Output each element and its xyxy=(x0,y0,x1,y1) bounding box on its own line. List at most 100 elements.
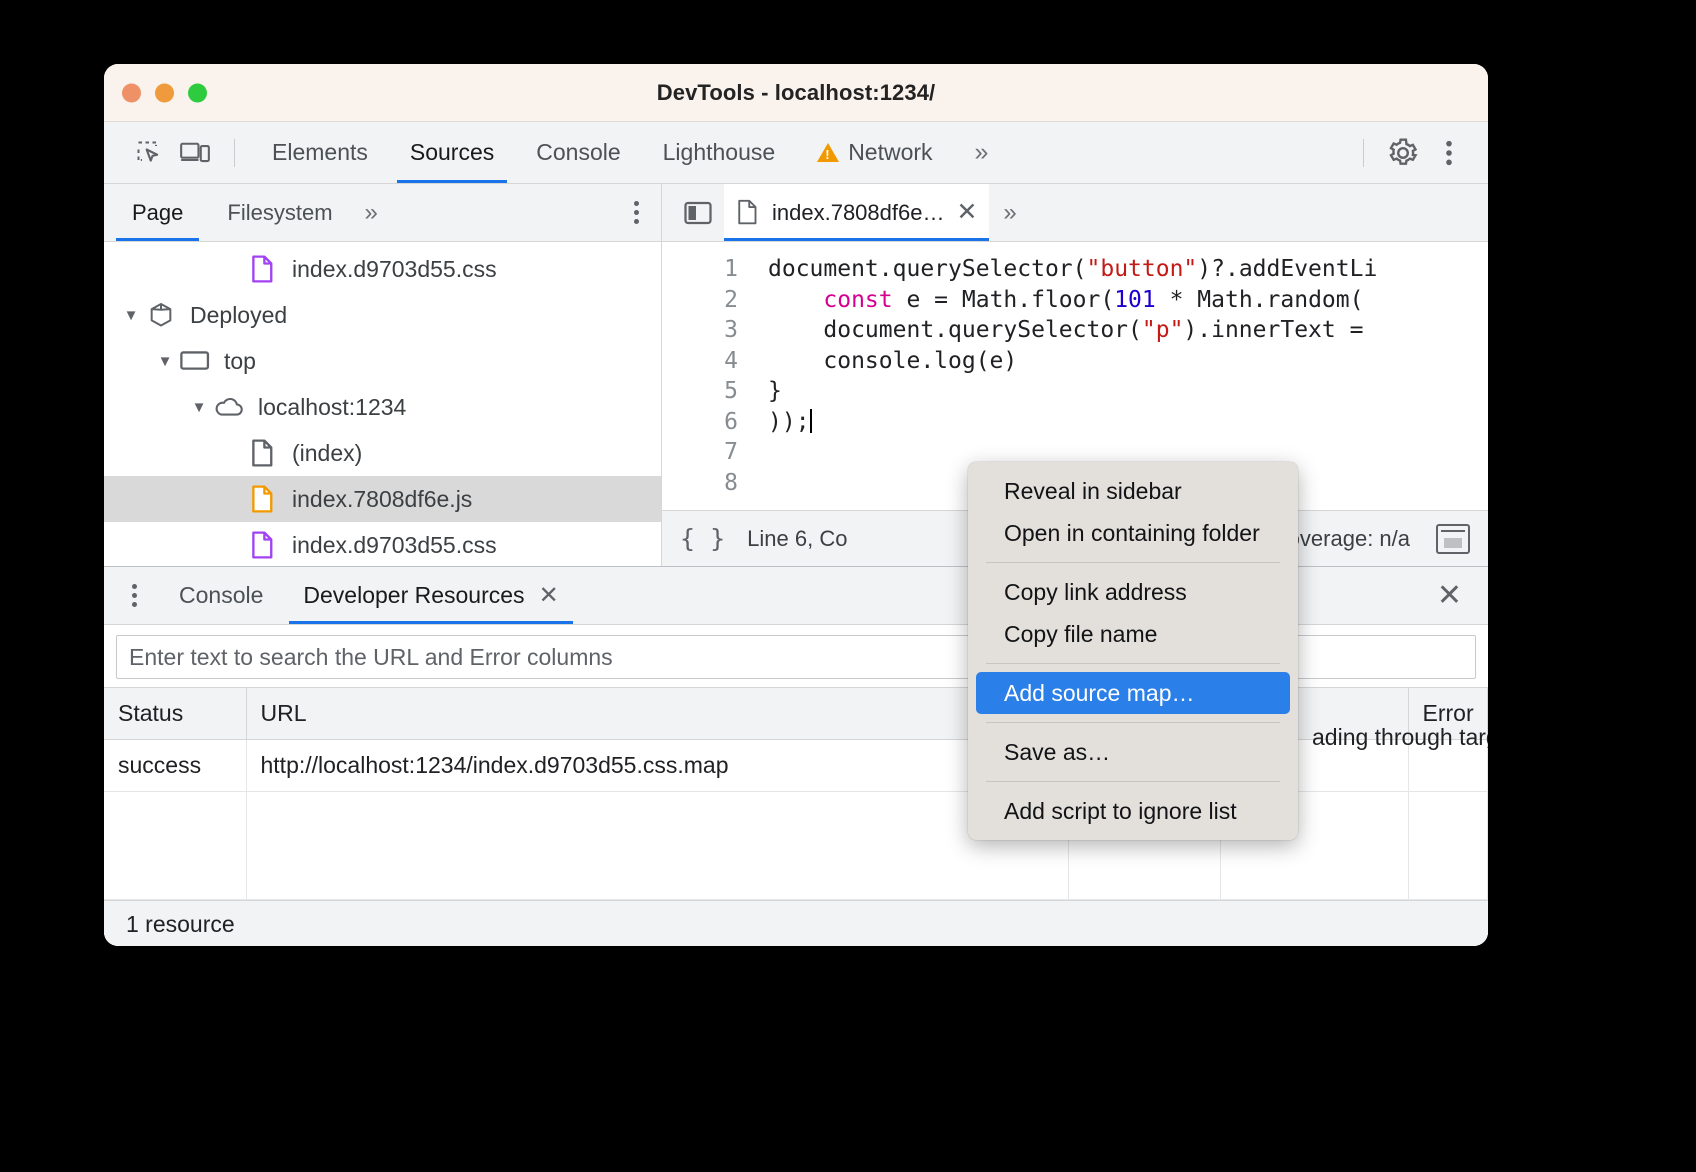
code-token: e = Math.floor( xyxy=(893,287,1115,313)
tree-item[interactable]: ▼ Deployed xyxy=(104,292,661,338)
drawer-status-bar: 1 resource xyxy=(104,900,1488,946)
context-menu-item[interactable]: Copy link address xyxy=(976,571,1290,613)
drawer-tab-developer-resources[interactable]: Developer Resources ✕ xyxy=(283,567,578,624)
code-token: )?.addEventLi xyxy=(1197,256,1377,282)
tree-item[interactable]: ▼index.d9703d55.css xyxy=(104,522,661,566)
tree-expand-arrow-icon[interactable]: ▼ xyxy=(152,353,178,370)
close-icon[interactable]: ✕ xyxy=(956,200,977,225)
kebab-menu-icon[interactable] xyxy=(1426,131,1472,175)
chevron-double-right-icon: » xyxy=(975,138,987,167)
tree-item-label: index.7808df6e.js xyxy=(280,486,472,513)
filler-url xyxy=(246,792,1068,900)
close-icon[interactable]: ✕ xyxy=(539,581,559,610)
context-menu-separator xyxy=(986,663,1280,664)
context-menu-item[interactable]: Open in containing folder xyxy=(976,512,1290,554)
cell-url: http://localhost:1234/index.d9703d55.css… xyxy=(246,740,1068,792)
tab-network-label: Network xyxy=(848,139,932,166)
tab-sources-label: Sources xyxy=(410,139,494,166)
file-doc-icon xyxy=(738,199,760,227)
context-menu-item[interactable]: Add source map… xyxy=(976,672,1290,714)
tree-expand-arrow-icon[interactable]: ▼ xyxy=(118,307,144,324)
warning-triangle-icon xyxy=(817,143,839,162)
code-token: ).innerText = xyxy=(1183,317,1377,343)
drawer-tab-console[interactable]: Console xyxy=(159,567,283,624)
popout-drawer-icon[interactable] xyxy=(1436,524,1470,554)
more-panels-button[interactable]: » xyxy=(954,122,1008,183)
pretty-print-braces-icon[interactable]: { } xyxy=(680,524,725,553)
context-menu: Reveal in sidebarOpen in containing fold… xyxy=(968,462,1298,840)
text-caret xyxy=(810,409,812,433)
tree-item[interactable]: ▼(index) xyxy=(104,430,661,476)
code-line: )); xyxy=(768,407,1488,438)
device-toolbar-icon[interactable] xyxy=(172,131,218,175)
devtools-main-toolbar: Elements Sources Console Lighthouse Netw… xyxy=(104,122,1488,184)
tab-lighthouse[interactable]: Lighthouse xyxy=(642,122,797,183)
navigator-tabs: Page Filesystem » xyxy=(104,184,661,242)
column-header-url[interactable]: URL xyxy=(246,688,1068,740)
load-through-target-label: ading through target xyxy=(1312,724,1488,751)
tree-item[interactable]: ▼top xyxy=(104,338,661,384)
tab-network[interactable]: Network xyxy=(796,122,953,183)
code-line: document.querySelector("button")?.addEve… xyxy=(768,254,1488,285)
tab-elements-label: Elements xyxy=(272,139,368,166)
cloud-icon xyxy=(212,395,246,419)
code-token: console.log(e) xyxy=(768,348,1017,374)
cursor-position: Line 6, Co xyxy=(747,526,847,552)
devtools-window: DevTools - localhost:1234/ Elements Sour… xyxy=(104,64,1488,946)
editor-tabs-more-button[interactable]: » xyxy=(989,199,1028,227)
cell-status: success xyxy=(104,740,246,792)
tree-item[interactable]: ▼localhost:1234 xyxy=(104,384,661,430)
code-token: "p" xyxy=(1142,317,1184,343)
code-token: * Math.random( xyxy=(1156,287,1364,313)
code-line: document.querySelector("p").innerText = xyxy=(768,315,1488,346)
editor-tab-index-js[interactable]: index.7808df6e… ✕ xyxy=(724,184,989,241)
line-number: 4 xyxy=(662,346,738,377)
code-token: )); xyxy=(768,409,810,435)
toolbar-divider xyxy=(234,139,235,167)
code-token: const xyxy=(823,287,892,313)
toolbar-right-group xyxy=(1347,131,1472,175)
nav-tab-page[interactable]: Page xyxy=(110,184,205,241)
code-line: const e = Math.floor(101 * Math.random( xyxy=(768,285,1488,316)
inspect-element-icon[interactable] xyxy=(126,131,172,175)
drawer-tab-developer-resources-label: Developer Resources xyxy=(303,582,524,609)
tree-item[interactable]: ▼index.d9703d55.css xyxy=(104,246,661,292)
line-number: 5 xyxy=(662,376,738,407)
tree-item-label: Deployed xyxy=(178,302,287,329)
collapse-sidebar-icon[interactable] xyxy=(672,191,724,235)
zoom-window-button[interactable] xyxy=(188,83,207,102)
traffic-lights xyxy=(122,83,207,102)
resource-count-label: 1 resource xyxy=(126,911,235,938)
minimize-window-button[interactable] xyxy=(155,83,174,102)
file-tree: ▼index.d9703d55.css ▼ Deployed ▼top▼localho… xyxy=(104,242,661,566)
context-menu-item[interactable]: Save as… xyxy=(976,731,1290,773)
tree-expand-arrow-icon[interactable]: ▼ xyxy=(186,399,212,416)
editor-status-right: Coverage: n/a xyxy=(1272,524,1470,554)
drawer-tab-console-label: Console xyxy=(179,582,263,609)
context-menu-separator xyxy=(986,722,1280,723)
tab-elements[interactable]: Elements xyxy=(251,122,389,183)
filler-error xyxy=(1408,792,1488,900)
drawer-close-button[interactable]: ✕ xyxy=(1411,578,1488,613)
gear-icon[interactable] xyxy=(1380,131,1426,175)
nav-tab-page-label: Page xyxy=(132,200,183,226)
nav-more-button[interactable]: » xyxy=(355,199,386,227)
tab-sources[interactable]: Sources xyxy=(389,122,515,183)
navigator-kebab-menu-icon[interactable] xyxy=(612,201,661,224)
tab-lighthouse-label: Lighthouse xyxy=(663,139,776,166)
line-number: 6 xyxy=(662,407,738,438)
context-menu-item[interactable]: Reveal in sidebar xyxy=(976,470,1290,512)
close-window-button[interactable] xyxy=(122,83,141,102)
drawer-kebab-menu-icon[interactable] xyxy=(118,584,159,607)
nav-tab-filesystem[interactable]: Filesystem xyxy=(205,184,354,241)
file-css-icon xyxy=(246,531,280,559)
column-header-status[interactable]: Status xyxy=(104,688,246,740)
tree-item[interactable]: ▼index.7808df6e.js xyxy=(104,476,661,522)
context-menu-item[interactable]: Copy file name xyxy=(976,613,1290,655)
tab-console[interactable]: Console xyxy=(515,122,641,183)
toolbar-divider-2 xyxy=(1363,139,1364,167)
code-token xyxy=(768,287,823,313)
window-title: DevTools - localhost:1234/ xyxy=(104,80,1488,106)
code-line: } xyxy=(768,376,1488,407)
context-menu-item[interactable]: Add script to ignore list xyxy=(976,790,1290,832)
